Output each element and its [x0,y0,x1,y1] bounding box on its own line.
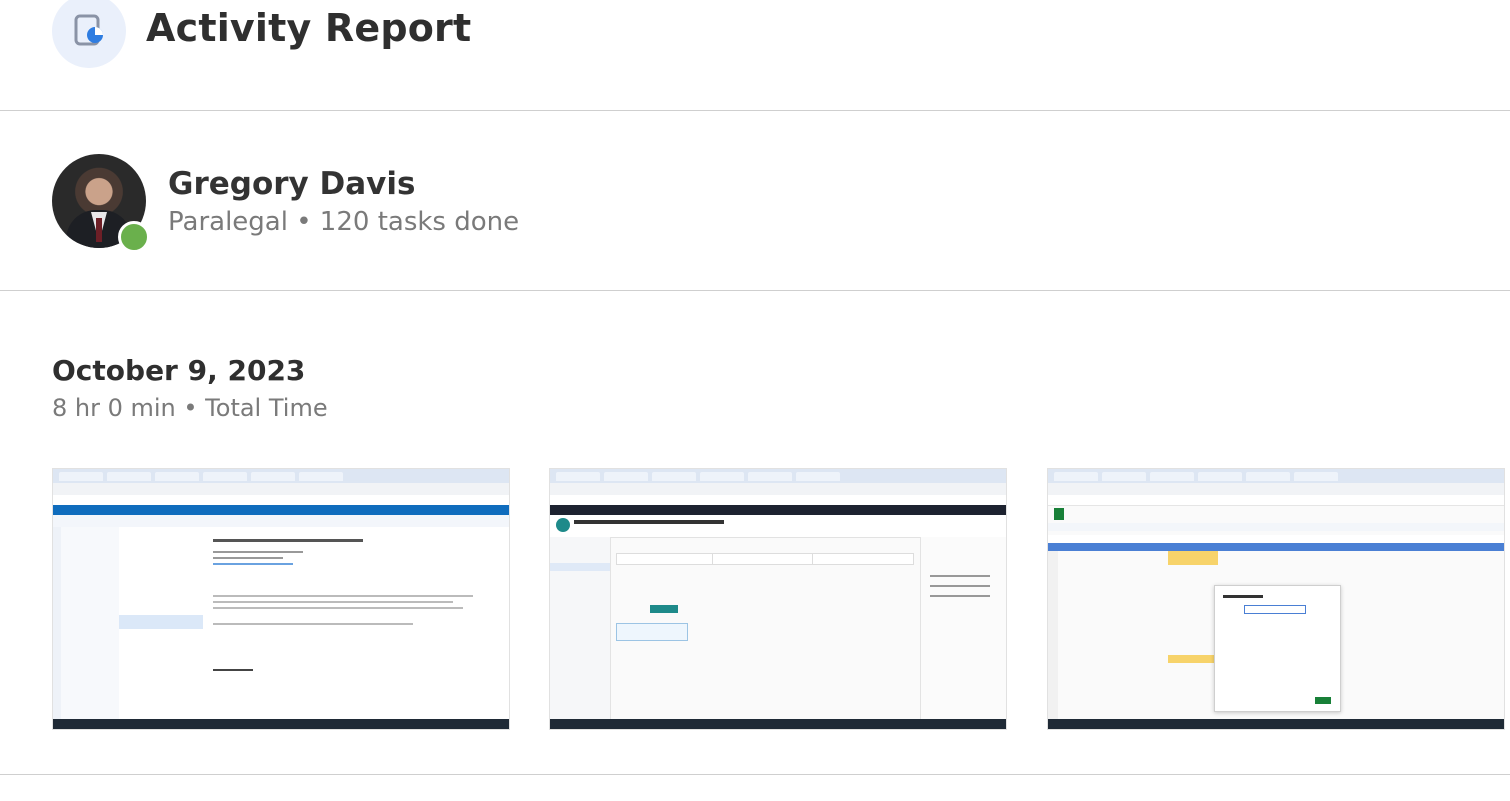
user-name: Gregory Davis [168,166,416,202]
section-divider [0,774,1510,775]
header: Activity Report [0,0,1510,111]
screenshot-thumbnail-google-sheets[interactable] [1047,468,1505,730]
total-time: 8 hr 0 min • Total Time [52,394,328,422]
online-status-icon [118,221,150,253]
screenshot-thumbnail-outlook[interactable] [52,468,510,730]
report-chart-icon [52,0,126,68]
screenshot-thumbnail-filevine[interactable] [549,468,1007,730]
user-card: Gregory Davis Paralegal • 120 tasks done [0,111,1510,291]
user-meta: Paralegal • 120 tasks done [168,207,520,237]
report-date: October 9, 2023 [52,354,306,387]
page-title: Activity Report [146,6,472,50]
